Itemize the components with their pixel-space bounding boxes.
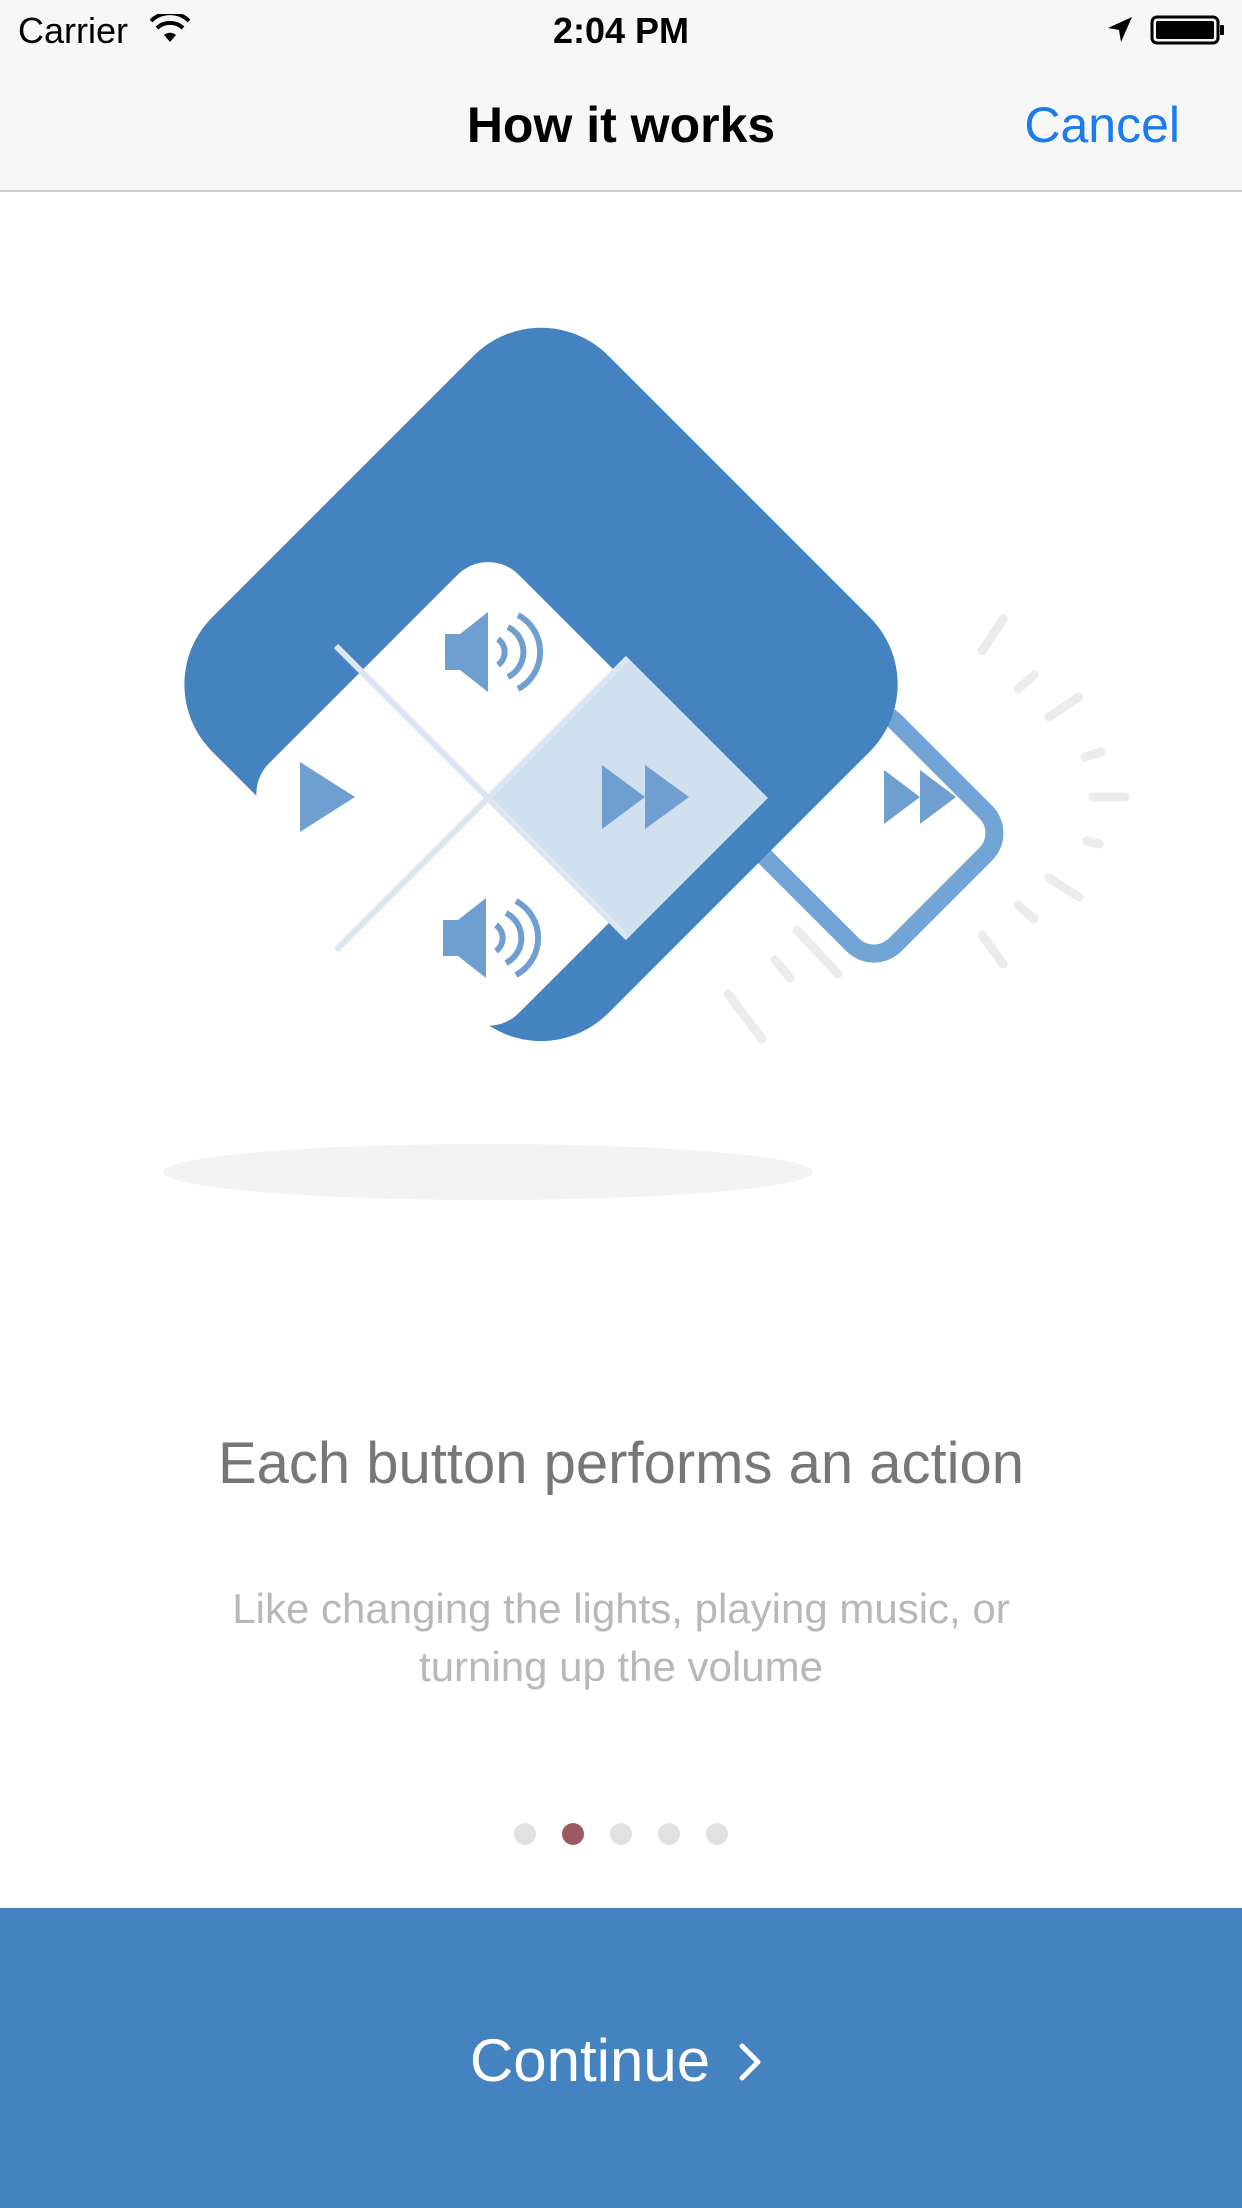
page-dot[interactable]	[610, 1823, 632, 1845]
chevron-right-icon	[739, 2043, 761, 2081]
page-dot[interactable]	[514, 1823, 536, 1845]
page-dot-active[interactable]	[562, 1823, 584, 1845]
location-arrow-icon	[1108, 17, 1132, 42]
button-diamond	[184, 327, 898, 1042]
page-indicator[interactable]	[0, 1823, 1242, 1845]
subtext: Like changing the lights, playing music,…	[232, 1585, 1010, 1690]
headline: Each button performs an action	[217, 1431, 1025, 1496]
cancel-button[interactable]: Cancel	[1024, 96, 1180, 154]
battery-icon	[1150, 15, 1224, 45]
status-bar: Carrier 2:04 PM	[0, 0, 1242, 60]
continue-button[interactable]: Continue	[0, 1908, 1242, 2208]
status-time: 2:04 PM	[552, 10, 690, 51]
page-dot[interactable]	[706, 1823, 728, 1845]
onboarding-illustration	[163, 327, 1130, 1200]
page-dot[interactable]	[658, 1823, 680, 1845]
continue-label: Continue	[469, 2027, 711, 2094]
illustration-shadow	[163, 1144, 813, 1200]
nav-bar: How it works Cancel	[0, 60, 1242, 192]
continue-label-row: Continue	[0, 2026, 1242, 2095]
